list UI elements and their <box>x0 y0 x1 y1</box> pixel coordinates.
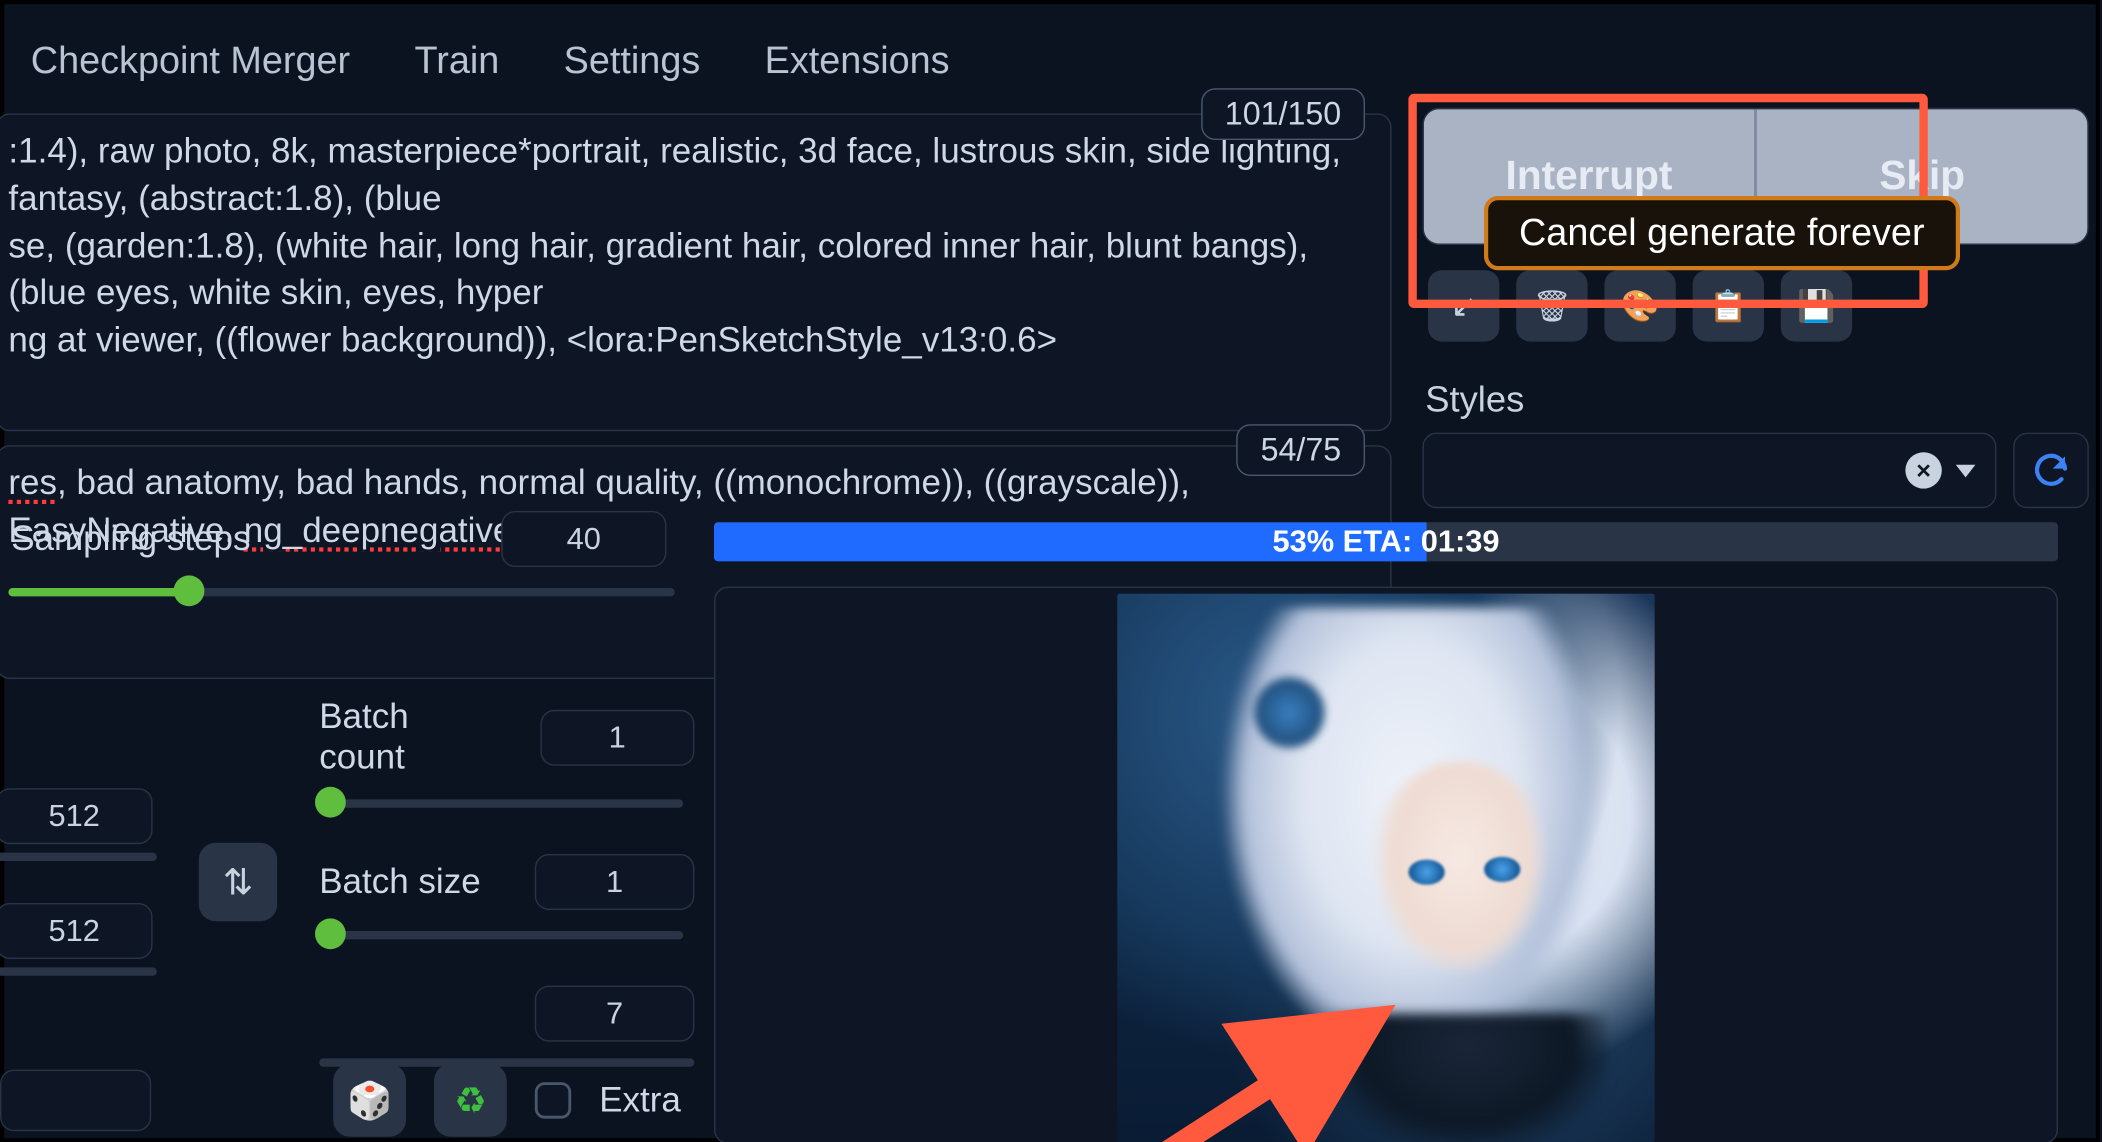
preview-image[interactable] <box>1117 594 1655 1142</box>
prompt-textarea[interactable]: 101/150 :1.4), raw photo, 8k, masterpiec… <box>0 113 1392 430</box>
dice-icon: 🎲 <box>347 1079 392 1122</box>
styles-dropdown[interactable]: × <box>1422 433 1996 509</box>
width-slider[interactable] <box>0 853 157 861</box>
swap-icon: ⇅ <box>223 860 254 903</box>
batch-size-input[interactable]: 1 <box>535 854 695 910</box>
extra-networks-icon[interactable]: 🎨 <box>1604 270 1675 341</box>
styles-label: Styles <box>1425 378 2089 421</box>
progress-text: 53% ETA: 01:39 <box>714 522 2058 561</box>
save-style-icon[interactable]: 💾 <box>1781 270 1852 341</box>
swap-dimensions-button[interactable]: ⇅ <box>199 843 277 921</box>
recycle-icon: ♻ <box>454 1079 487 1122</box>
sampling-steps-label: Sampling steps <box>11 519 250 560</box>
cfg-scale-input[interactable]: 7 <box>535 986 695 1042</box>
action-icon-row: ↙ 🗑 🎨 📋 💾 <box>1428 270 2089 341</box>
reuse-seed-button[interactable]: ♻ <box>434 1064 507 1137</box>
seed-input[interactable] <box>0 1070 151 1132</box>
sampling-steps-slider[interactable] <box>8 575 674 603</box>
image-preview-panel <box>714 587 2058 1142</box>
paste-icon[interactable]: 📋 <box>1693 270 1764 341</box>
prompt-text-line: :1.4), raw photo, 8k, masterpiece*portra… <box>8 129 1367 224</box>
extra-checkbox-label: Extra <box>599 1080 681 1121</box>
batch-count-label: Batch count <box>319 697 498 778</box>
height-slider[interactable] <box>0 967 157 975</box>
clear-prompt-icon[interactable]: 🗑 <box>1516 270 1587 341</box>
batch-size-slider[interactable] <box>319 918 683 946</box>
negative-prompt-token-counter: 54/75 <box>1237 424 1365 476</box>
height-input[interactable]: 512 <box>0 903 153 959</box>
negative-prompt-text-fragment: res <box>8 463 57 502</box>
batch-count-slider[interactable] <box>319 787 683 815</box>
styles-refresh-button[interactable] <box>2013 433 2089 509</box>
width-input[interactable]: 512 <box>0 788 153 844</box>
chevron-down-icon <box>1956 464 1976 477</box>
random-seed-button[interactable]: 🎲 <box>333 1064 406 1137</box>
prompt-token-counter: 101/150 <box>1201 88 1365 140</box>
sampling-steps-input[interactable]: 40 <box>501 511 666 567</box>
progress-bar: 53% ETA: 01:39 <box>714 522 2058 561</box>
extra-checkbox[interactable] <box>535 1082 571 1118</box>
prompt-text-line: ng at viewer, ((flower background)), <lo… <box>8 318 1367 365</box>
cancel-generate-forever-menu-item[interactable]: Cancel generate forever <box>1484 196 1960 270</box>
batch-size-label: Batch size <box>319 862 480 903</box>
prompt-text-line: se, (garden:1.8), (white hair, long hair… <box>8 223 1367 317</box>
styles-clear-icon[interactable]: × <box>1905 452 1941 488</box>
batch-count-input[interactable]: 1 <box>540 710 694 766</box>
read-params-icon[interactable]: ↙ <box>1428 270 1499 341</box>
refresh-icon <box>2030 449 2072 491</box>
